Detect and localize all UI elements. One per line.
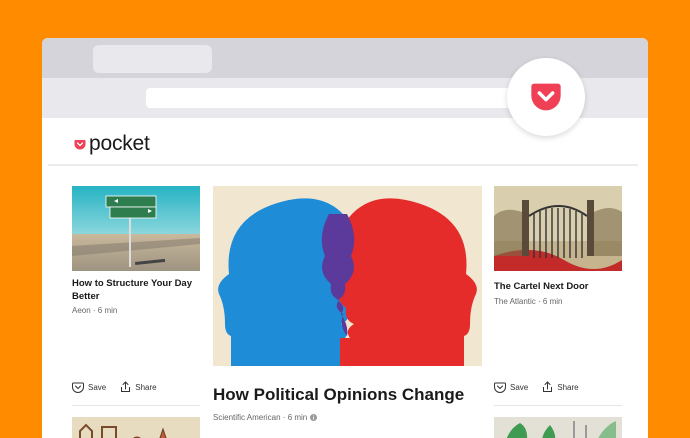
pocket-extension-button[interactable] [507,58,585,136]
save-icon [72,382,84,393]
right-card-image[interactable] [494,186,622,271]
pocket-logo[interactable]: pocket [74,132,150,156]
right-card-actions: Save Share [494,381,579,393]
left-save-label: Save [88,382,107,392]
right-share-label: Share [557,382,579,392]
left-card-divider [72,405,200,406]
left-share-button[interactable]: Share [120,381,157,393]
featured-image[interactable] [213,186,482,366]
info-icon [310,414,318,421]
right-card-divider [494,405,622,406]
save-icon [494,382,506,393]
left-card-actions: Save Share [72,381,157,393]
right-bottom-image[interactable] [494,417,622,438]
browser-window: pocket How to Structure Your Day Better … [42,38,648,438]
left-share-label: Share [135,382,157,392]
browser-tab[interactable] [93,45,212,73]
pocket-icon [531,83,561,111]
right-save-label: Save [510,382,529,392]
left-card-image[interactable] [72,186,200,271]
left-card-source: Aeon · 6 min [72,306,118,315]
featured-title[interactable]: How Political Opinions Change [213,385,464,405]
right-save-button[interactable]: Save [494,382,528,393]
right-share-button[interactable]: Share [542,381,579,393]
left-card-title[interactable]: How to Structure Your Day Better [72,277,202,303]
right-card-source: The Atlantic · 6 min [494,297,563,306]
left-save-button[interactable]: Save [72,382,106,393]
right-card-title[interactable]: The Cartel Next Door [494,280,624,293]
featured-source: Scientific American · 6 min [213,413,308,422]
logo-text: pocket [89,132,150,155]
address-bar[interactable] [146,88,526,108]
share-icon [121,381,131,392]
share-icon [543,381,553,392]
featured-meta: Scientific American · 6 min [213,413,318,422]
left-bottom-image[interactable] [72,417,200,438]
pocket-page: pocket How to Structure Your Day Better … [48,120,638,438]
header-divider [48,164,638,166]
pocket-logo-icon [74,140,86,150]
